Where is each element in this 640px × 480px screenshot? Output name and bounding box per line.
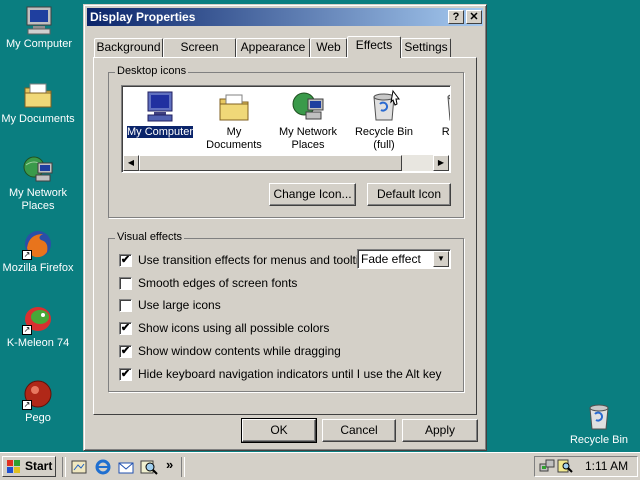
effects-panel: Desktop icons My Computer My Documents M… (93, 57, 477, 415)
list-item-label: My Network Places (278, 126, 338, 151)
desktop-icon-label: K-Meleon 74 (6, 337, 70, 349)
cancel-button[interactable]: Cancel (322, 419, 396, 442)
system-tray: 1:11 AM (534, 456, 638, 477)
desktop-icon-recycle-bin[interactable]: Recycle Bin (560, 400, 638, 447)
tab-web[interactable]: Web (310, 38, 347, 57)
network-tray-icon[interactable] (539, 458, 555, 474)
checkbox[interactable]: ✔ (119, 345, 132, 358)
desktop-icon-label: My Documents (1, 113, 75, 125)
quick-launch-divider (62, 457, 66, 477)
help-button[interactable]: ? (448, 10, 464, 24)
chevron-down-icon[interactable]: ▼ (433, 251, 449, 267)
desktop-icon-label: Pego (25, 412, 51, 424)
desktop-icon-network-places[interactable]: My Network Places (0, 153, 77, 213)
tab-screen-saver[interactable]: Screen Saver (163, 38, 236, 71)
scroll-left-icon[interactable]: ◀ (123, 155, 139, 171)
title-bar[interactable]: Display Properties ? ✕ (87, 8, 483, 26)
network-places-icon (291, 89, 325, 123)
tab-effects[interactable]: Effects (347, 36, 401, 58)
option-label: Hide keyboard navigation indicators unti… (138, 367, 442, 381)
my-documents-icon (217, 89, 251, 123)
visual-effects-group: Visual effects ✔ Use transition effects … (108, 231, 464, 392)
ok-button[interactable]: OK (241, 418, 317, 443)
find-icon[interactable] (140, 458, 158, 476)
list-item[interactable]: Rec (e (422, 89, 450, 139)
display-properties-window: Display Properties ? ✕ Background Screen… (83, 4, 487, 451)
select-value: Fade effect (361, 252, 421, 266)
firefox-icon: ↗ (22, 228, 54, 260)
list-item[interactable]: My Computer (124, 89, 196, 139)
tab-settings[interactable]: Settings (401, 38, 451, 57)
taskbar-divider (181, 457, 185, 477)
desktop-icons-list[interactable]: My Computer My Documents My Network Plac… (121, 85, 451, 173)
desktop-icon-label: My Network Places (8, 187, 68, 212)
window-title: Display Properties (90, 10, 196, 24)
recycle-bin-empty-icon (441, 89, 450, 123)
shortcut-arrow-icon: ↗ (22, 250, 32, 260)
desktop-icon-label: Mozilla Firefox (2, 262, 74, 274)
shortcut-arrow-icon: ↗ (22, 325, 32, 335)
k-meleon-icon: ↗ (22, 303, 54, 335)
desktop-icon-my-documents[interactable]: My Documents (0, 79, 77, 126)
group-title: Desktop icons (115, 65, 189, 77)
desktop-icon-my-computer[interactable]: My Computer (0, 4, 78, 51)
list-item-label: Recycle Bin (full) (354, 126, 414, 151)
my-computer-icon (143, 89, 177, 123)
horizontal-scrollbar[interactable]: ◀ ▶ (123, 155, 449, 171)
desktop-icon-label: My Computer (5, 38, 73, 50)
list-item[interactable]: My Network Places (272, 89, 344, 152)
checkbox[interactable]: ✔ (119, 254, 132, 267)
list-item-label: My Documents (206, 126, 262, 151)
option-label: Smooth edges of screen fonts (138, 276, 298, 290)
tab-appearance[interactable]: Appearance (236, 38, 310, 57)
option-label: Use large icons (138, 298, 221, 312)
my-computer-icon (23, 4, 55, 36)
scroll-right-icon[interactable]: ▶ (433, 155, 449, 171)
recycle-bin-full-icon (367, 89, 401, 123)
network-places-icon (22, 153, 54, 185)
default-icon-button[interactable]: Default Icon (367, 183, 451, 206)
more-quick-launch-icon[interactable]: » (166, 457, 173, 472)
option-label: Show window contents while dragging (138, 344, 341, 358)
option-label: Show icons using all possible colors (138, 321, 330, 335)
desktop-icon-label: Recycle Bin (569, 434, 629, 446)
apply-button[interactable]: Apply (402, 419, 478, 442)
list-item[interactable]: Recycle Bin (full) (348, 89, 420, 152)
show-desktop-icon[interactable] (70, 458, 88, 476)
list-item-label: My Computer (125, 125, 195, 139)
windows-logo-icon (7, 460, 21, 473)
desktop-icon-firefox[interactable]: ↗ Mozilla Firefox (0, 228, 77, 275)
taskbar: Start » 1:11 AM (0, 452, 640, 480)
tab-background[interactable]: Background (94, 38, 163, 57)
checkbox[interactable] (119, 299, 132, 312)
scrollbar-thumb[interactable] (139, 155, 402, 171)
desktop-icons-group: Desktop icons My Computer My Documents M… (108, 65, 464, 218)
pego-icon: ↗ (22, 378, 54, 410)
option-label: Use transition effects for menus and too… (138, 253, 372, 267)
internet-explorer-icon[interactable] (94, 458, 112, 476)
checkbox[interactable] (119, 277, 132, 290)
desktop-icon-k-meleon[interactable]: ↗ K-Meleon 74 (0, 303, 77, 350)
shortcut-arrow-icon: ↗ (22, 400, 32, 410)
group-title: Visual effects (115, 231, 185, 243)
recycle-bin-icon (583, 400, 615, 432)
checkbox[interactable]: ✔ (119, 322, 132, 335)
change-icon-button[interactable]: Change Icon... (269, 183, 356, 206)
start-button[interactable]: Start (2, 456, 56, 477)
close-button[interactable]: ✕ (466, 10, 482, 24)
my-documents-icon (22, 79, 54, 111)
transition-effect-select[interactable]: Fade effect ▼ (357, 249, 451, 269)
list-item-label: Rec (e (441, 126, 450, 138)
desktop-icon-pego[interactable]: ↗ Pego (0, 378, 77, 425)
clock[interactable]: 1:11 AM (585, 457, 628, 476)
list-item[interactable]: My Documents (198, 89, 270, 152)
outlook-express-icon[interactable] (117, 458, 135, 476)
start-label: Start (25, 459, 53, 473)
checkbox[interactable]: ✔ (119, 368, 132, 381)
search-tray-icon[interactable] (557, 458, 573, 474)
